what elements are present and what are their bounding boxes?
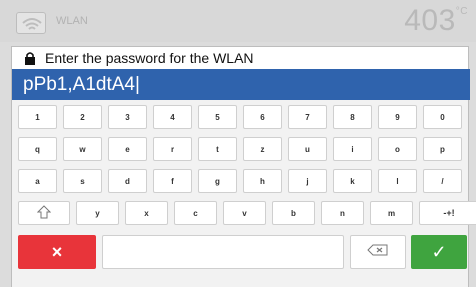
temperature-readout: 403°C (404, 4, 468, 38)
dialog-header: Enter the password for the WLAN (12, 47, 468, 69)
key-5[interactable]: 5 (198, 105, 237, 129)
key--+![interactable]: -+! (419, 201, 476, 225)
key-q[interactable]: q (18, 137, 57, 161)
lock-icon (24, 51, 36, 65)
temperature-unit: °C (455, 6, 468, 17)
password-input[interactable] (12, 69, 470, 100)
app-header: WLAN 403°C (0, 0, 476, 42)
key-s[interactable]: s (63, 169, 102, 193)
shift-icon (36, 205, 52, 221)
key-a[interactable]: a (18, 169, 57, 193)
backspace-icon (367, 243, 389, 261)
key-r[interactable]: r (153, 137, 192, 161)
key-w[interactable]: w (63, 137, 102, 161)
key-g[interactable]: g (198, 169, 237, 193)
key-l[interactable]: l (378, 169, 417, 193)
key-z[interactable]: z (243, 137, 282, 161)
key-p[interactable]: p (423, 137, 462, 161)
key-e[interactable]: e (108, 137, 147, 161)
key-6[interactable]: 6 (243, 105, 282, 129)
key-3[interactable]: 3 (108, 105, 147, 129)
key-t[interactable]: t (198, 137, 237, 161)
key-m[interactable]: m (370, 201, 413, 225)
key-b[interactable]: b (272, 201, 315, 225)
shift-key[interactable] (18, 201, 70, 225)
key-n[interactable]: n (321, 201, 364, 225)
key-i[interactable]: i (333, 137, 372, 161)
key-1[interactable]: 1 (18, 105, 57, 129)
password-dialog: Enter the password for the WLAN 12345678… (11, 46, 476, 287)
key-x[interactable]: x (125, 201, 168, 225)
backspace-key[interactable] (350, 235, 406, 269)
key-9[interactable]: 9 (378, 105, 417, 129)
key-h[interactable]: h (243, 169, 282, 193)
temperature-value: 403 (404, 4, 456, 37)
key-f[interactable]: f (153, 169, 192, 193)
key-/[interactable]: / (423, 169, 462, 193)
key-2[interactable]: 2 (63, 105, 102, 129)
key-u[interactable]: u (288, 137, 327, 161)
key-v[interactable]: v (223, 201, 266, 225)
key-d[interactable]: d (108, 169, 147, 193)
dialog-title: Enter the password for the WLAN (45, 50, 254, 66)
wifi-icon (16, 12, 46, 34)
key-7[interactable]: 7 (288, 105, 327, 129)
ok-button[interactable]: ✓ (411, 235, 467, 269)
key-4[interactable]: 4 (153, 105, 192, 129)
key-j[interactable]: j (288, 169, 327, 193)
app-title: WLAN (56, 15, 88, 27)
key-c[interactable]: c (174, 201, 217, 225)
key-o[interactable]: o (378, 137, 417, 161)
key-y[interactable]: y (76, 201, 119, 225)
space-key[interactable] (102, 235, 344, 269)
key-0[interactable]: 0 (423, 105, 462, 129)
cancel-button[interactable]: × (18, 235, 96, 269)
key-8[interactable]: 8 (333, 105, 372, 129)
key-k[interactable]: k (333, 169, 372, 193)
